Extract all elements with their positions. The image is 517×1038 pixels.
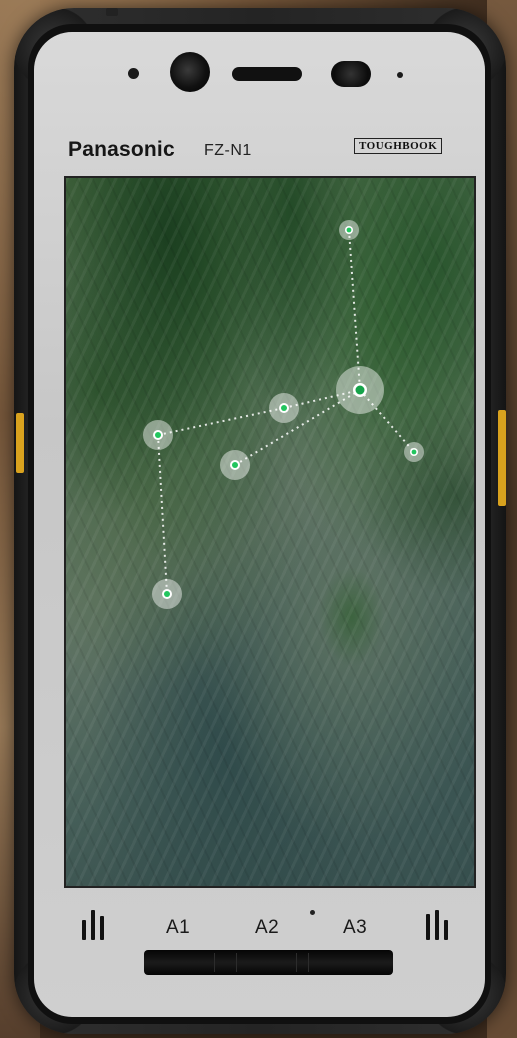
toughbook-badge: TOUGHBOOK	[354, 138, 443, 154]
recent-apps-icon[interactable]	[426, 908, 448, 940]
a2-key[interactable]: A2	[255, 917, 279, 939]
waypoint[interactable]	[143, 420, 173, 450]
proximity-sensor	[331, 61, 371, 87]
side-button-left[interactable]	[16, 413, 24, 473]
front-camera	[170, 52, 210, 92]
light-sensor	[128, 68, 139, 79]
bottom-speaker-grille	[144, 950, 393, 975]
a3-key[interactable]: A3	[343, 917, 367, 939]
top-nub	[106, 8, 118, 16]
status-led	[397, 72, 403, 78]
waypoint[interactable]	[220, 450, 250, 480]
waypoint-link	[157, 407, 285, 436]
waypoint-link	[348, 229, 361, 391]
a1-key[interactable]: A1	[166, 917, 190, 939]
waypoint-link	[157, 434, 168, 595]
microphone-hole	[310, 910, 315, 915]
side-button-right[interactable]	[498, 410, 506, 506]
waypoint[interactable]	[152, 579, 182, 609]
waypoint[interactable]	[269, 393, 299, 423]
waypoint[interactable]	[404, 442, 424, 462]
brand-logo: Panasonic	[68, 138, 175, 161]
earpiece-speaker	[232, 67, 302, 81]
waypoint[interactable]	[339, 220, 359, 240]
model-label: FZ-N1	[204, 142, 252, 159]
screen[interactable]	[64, 176, 476, 888]
waypoint-main[interactable]	[336, 366, 384, 414]
recent-apps-icon[interactable]	[82, 908, 104, 940]
waypoint-overlay	[143, 220, 424, 609]
